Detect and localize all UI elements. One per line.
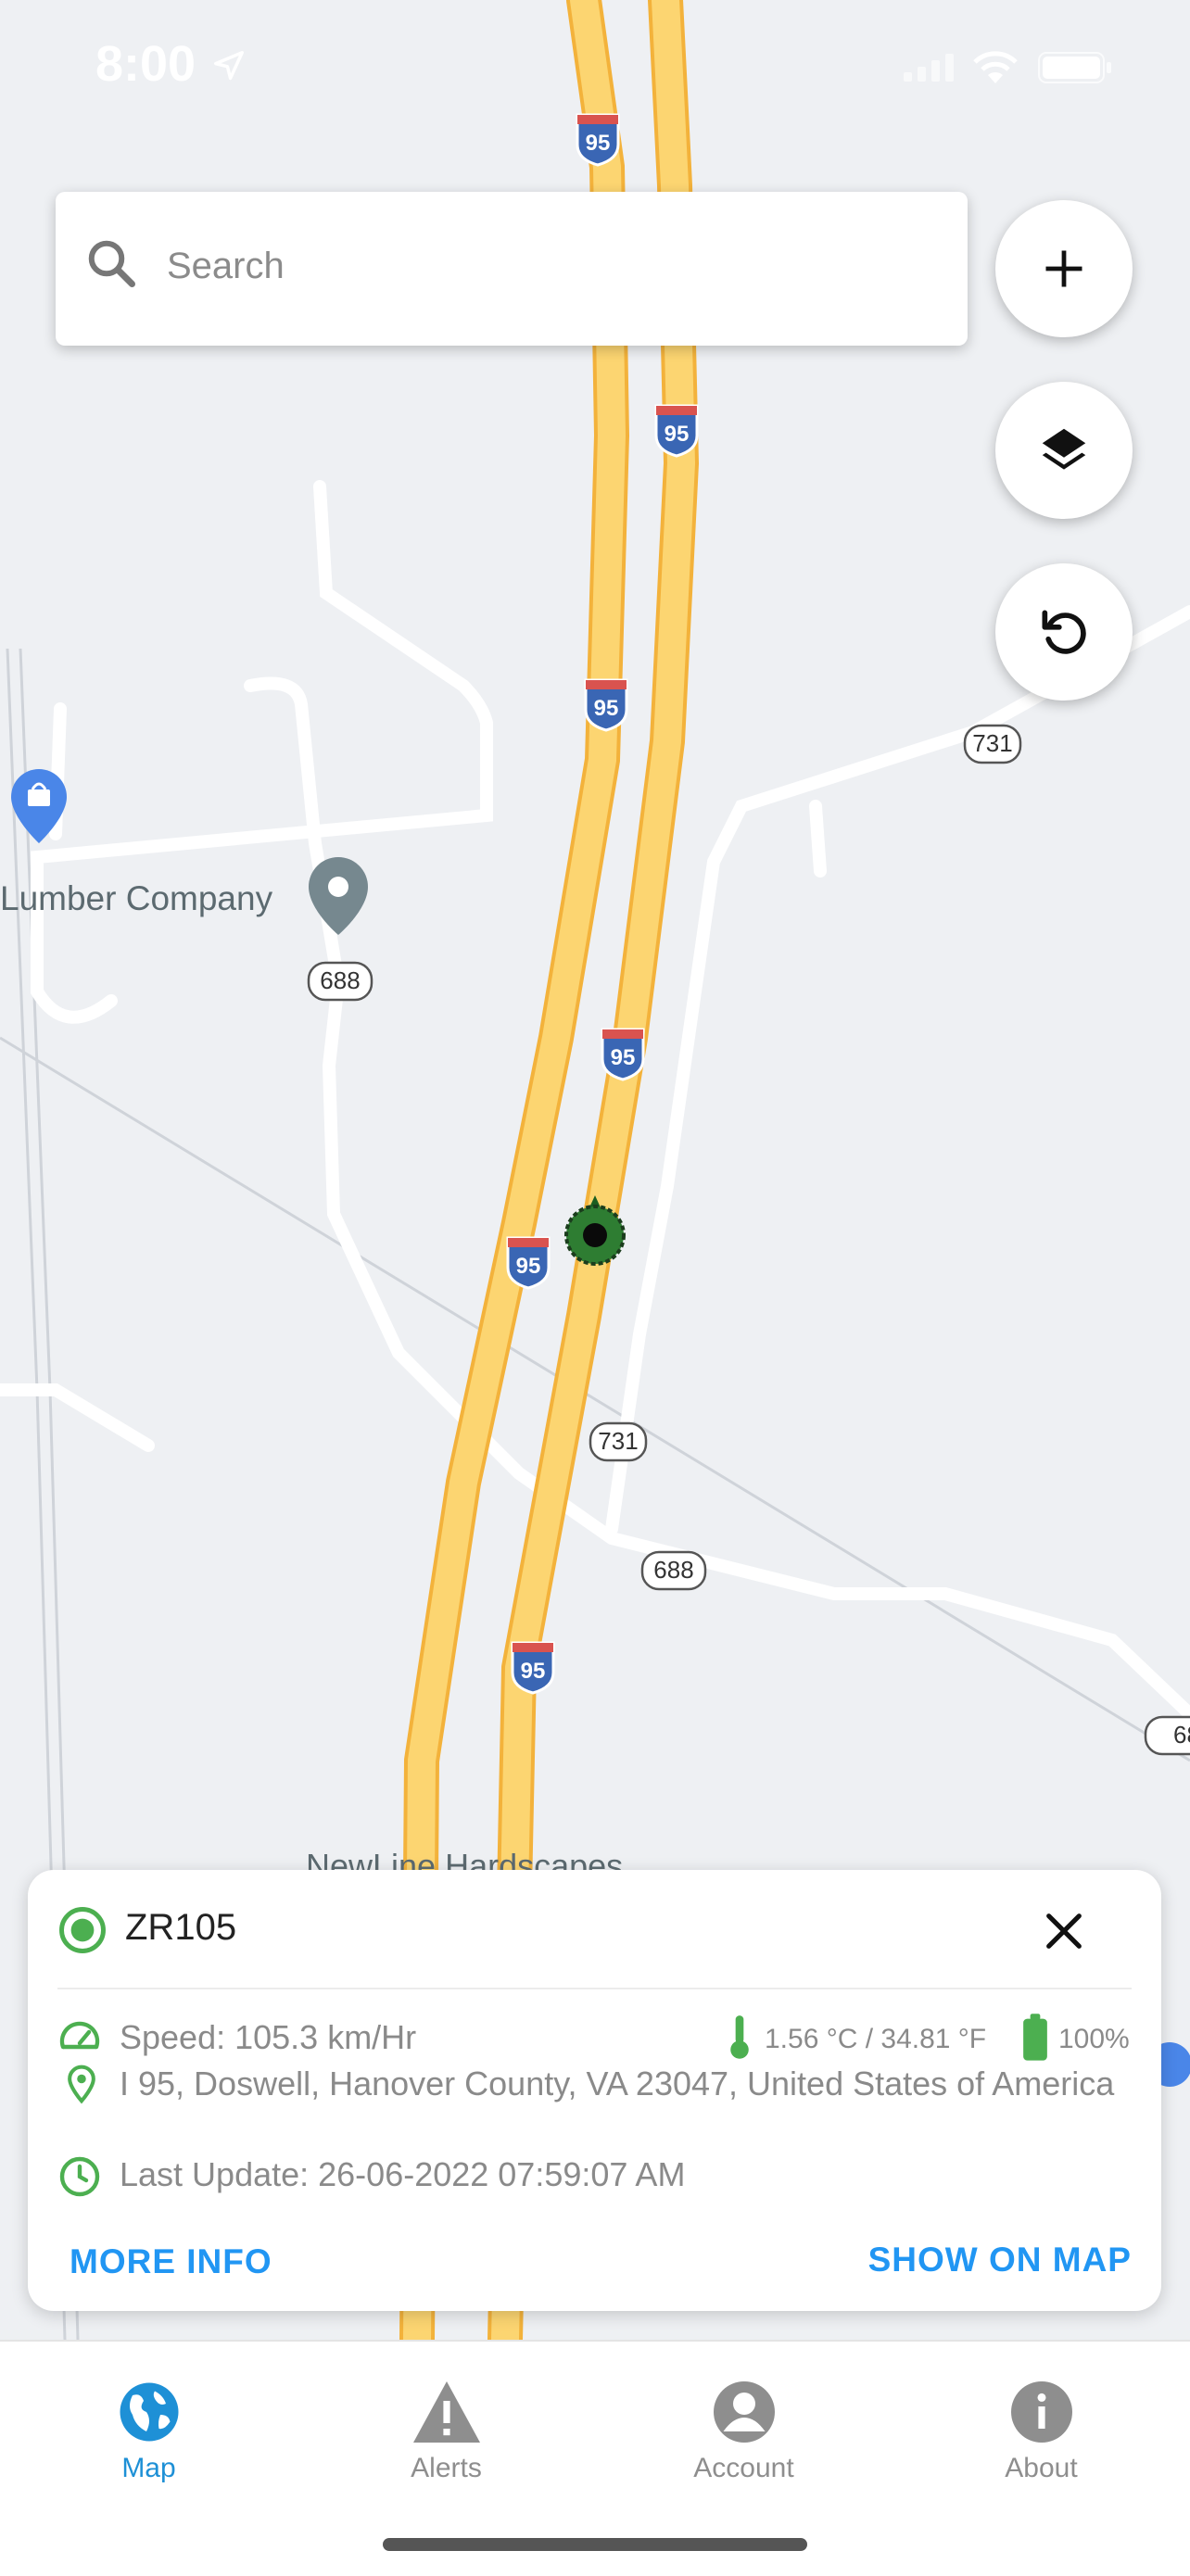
poi-label-lumber-company: Lumber Company — [0, 879, 273, 917]
divider — [57, 1988, 1132, 1989]
tab-alerts[interactable]: Alerts — [298, 2342, 595, 2527]
layers-icon — [1042, 428, 1086, 470]
i95-shield: 95 — [506, 1236, 551, 1290]
last-update-text: Last Update: 26-06-2022 07:59:07 AM — [120, 2155, 686, 2193]
speed-text: Speed: 105.3 km/Hr — [120, 2018, 417, 2056]
account-icon — [713, 2381, 775, 2443]
warning-icon — [412, 2381, 480, 2443]
svg-text:95: 95 — [665, 422, 690, 447]
svg-text:95: 95 — [516, 1254, 541, 1279]
vehicle-name: ZR105 — [125, 1907, 237, 1948]
svg-text:731: 731 — [598, 1427, 638, 1455]
tab-map-label: Map — [121, 2453, 176, 2483]
refresh-button[interactable] — [995, 563, 1133, 701]
tab-account[interactable]: Account — [595, 2342, 892, 2527]
svg-text:68: 68 — [1173, 1721, 1190, 1749]
location-pin-icon — [68, 2065, 95, 2104]
show-on-map-button[interactable]: SHOW ON MAP — [868, 2241, 1132, 2279]
thermometer-icon — [730, 2015, 749, 2059]
temperature-text: 1.56 °C / 34.81 °F — [765, 2024, 987, 2054]
speedometer-icon — [59, 2021, 100, 2050]
svg-text:731: 731 — [972, 729, 1012, 757]
tab-alerts-label: Alerts — [411, 2453, 482, 2483]
battery-icon — [1023, 2014, 1047, 2061]
tab-map[interactable]: Map — [0, 2342, 298, 2527]
zoom-in-button[interactable] — [995, 200, 1133, 337]
i95-shield: 95 — [511, 1641, 555, 1695]
refresh-icon — [1042, 610, 1086, 654]
route-badge-688-partial: 68 — [1144, 1715, 1190, 1756]
route-badge-688: 688 — [307, 961, 373, 1002]
status-time: 8:00 — [95, 36, 196, 92]
clock-icon — [59, 2156, 100, 2197]
battery-text: 100% — [1058, 2024, 1130, 2054]
search-bar[interactable]: Search — [56, 192, 968, 346]
search-icon — [88, 240, 135, 287]
route-badge-731: 731 — [963, 724, 1022, 764]
i95-shield: 95 — [584, 678, 628, 732]
signal-icon — [904, 54, 954, 82]
svg-text:95: 95 — [586, 131, 611, 156]
wifi-icon — [973, 51, 1018, 83]
close-icon[interactable] — [1038, 1905, 1090, 1957]
status-bar: 8:00 — [0, 0, 1190, 130]
i95-shield: 95 — [654, 404, 699, 458]
svg-text:95: 95 — [611, 1045, 636, 1070]
vehicle-info-card: ZR105 Speed: 105.3 km/Hr 1.56 °C / 34.81… — [28, 1870, 1161, 2311]
home-indicator — [383, 2538, 807, 2551]
svg-text:688: 688 — [320, 966, 360, 994]
tab-account-label: Account — [693, 2453, 794, 2483]
search-input[interactable]: Search — [167, 246, 285, 287]
tab-about[interactable]: About — [892, 2342, 1190, 2527]
svg-text:688: 688 — [653, 1556, 693, 1584]
more-info-button[interactable]: MORE INFO — [70, 2242, 272, 2281]
svg-text:95: 95 — [521, 1659, 546, 1684]
info-icon — [1010, 2381, 1072, 2443]
address-text: I 95, Doswell, Hanover County, VA 23047,… — [120, 2065, 1115, 2102]
globe-icon — [120, 2382, 178, 2442]
route-badge-731: 731 — [589, 1421, 648, 1462]
status-dot-icon — [59, 1907, 106, 1953]
route-badge-688: 688 — [640, 1550, 707, 1591]
layers-button[interactable] — [995, 382, 1133, 519]
location-arrow-icon — [214, 51, 244, 81]
svg-text:95: 95 — [594, 696, 619, 721]
i95-shield: 95 — [601, 1028, 645, 1081]
battery-icon — [1038, 52, 1111, 83]
tab-about-label: About — [1005, 2453, 1078, 2483]
plus-icon — [1045, 250, 1082, 287]
